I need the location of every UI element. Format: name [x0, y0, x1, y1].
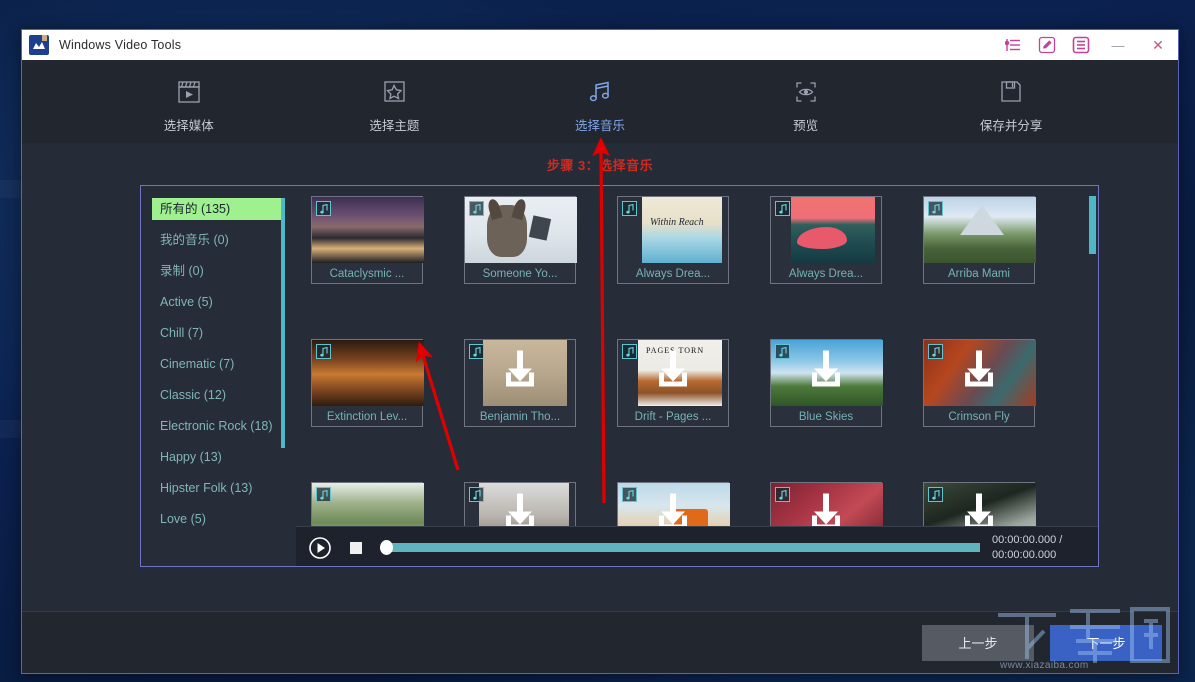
step-title: 步骤 3：选择音乐: [22, 143, 1178, 185]
music-note-icon: [928, 344, 943, 359]
music-note-icon: [928, 487, 943, 502]
music-note-icon: [775, 487, 790, 502]
music-picker-panel: 所有的 (135) 我的音乐 (0) 录制 (0) Active (5) Chi…: [140, 185, 1099, 567]
music-tile[interactable]: Within Reach Always Drea...: [617, 196, 729, 284]
current-time: 00:00:00.000 /: [992, 533, 1063, 546]
sidebar-item-active[interactable]: Active (5): [152, 291, 283, 313]
playback-time: 00:00:00.000 / 00:00:00.000: [992, 533, 1098, 563]
category-sidebar: 所有的 (135) 我的音乐 (0) 录制 (0) Active (5) Chi…: [141, 186, 291, 566]
close-button[interactable]: ✕: [1138, 30, 1178, 60]
close-label: ✕: [1152, 36, 1164, 53]
film-clapper-icon: [175, 76, 203, 106]
tile-caption: Someone Yo...: [482, 268, 558, 280]
music-tile-grid: Cataclysmic ... Someone Yo... Within Rea…: [311, 196, 1098, 566]
music-note-icon: [775, 344, 790, 359]
sidebar-item-my-music[interactable]: 我的音乐 (0): [152, 229, 283, 251]
tile-scrollbar-thumb[interactable]: [1089, 196, 1096, 254]
tile-caption: Benjamin Tho...: [479, 411, 561, 423]
tile-caption: Always Drea...: [635, 268, 711, 280]
music-tile[interactable]: Benjamin Tho...: [464, 339, 576, 427]
music-tile[interactable]: Always Drea...: [770, 196, 882, 284]
music-note-icon: [316, 201, 331, 216]
music-tile[interactable]: Someone Yo...: [464, 196, 577, 284]
music-tile[interactable]: PAGES TORN Drift - Pages ...: [617, 339, 729, 427]
sidebar-item-chill[interactable]: Chill (7): [152, 322, 283, 344]
step-select-music[interactable]: 选择音乐: [497, 60, 703, 143]
step-label: 保存并分享: [979, 118, 1043, 133]
step-select-media[interactable]: 选择媒体: [86, 60, 292, 143]
sidebar-item-all[interactable]: 所有的 (135): [152, 198, 283, 220]
download-icon[interactable]: [649, 349, 697, 398]
star-theme-icon: [380, 76, 408, 106]
download-icon[interactable]: [802, 349, 850, 398]
step-label: 选择主题: [369, 118, 420, 133]
music-note-icon: [316, 487, 331, 502]
sidebar-item-classic[interactable]: Classic (12): [152, 384, 283, 406]
music-tile[interactable]: Crimson Fly: [923, 339, 1036, 427]
minimize-label: —: [1111, 37, 1125, 53]
tile-caption: Arriba Mami: [948, 268, 1010, 280]
footer-bar: 上一步 下一步 www.xiazaiba.com: [22, 607, 1178, 673]
music-tile[interactable]: Cataclysmic ...: [311, 196, 424, 284]
sidebar-item-happy[interactable]: Happy (13): [152, 446, 283, 468]
tile-caption: Always Drea...: [788, 268, 864, 280]
sidebar-item-hipster-folk[interactable]: Hipster Folk (13): [152, 477, 283, 499]
step-label: 选择音乐: [574, 118, 625, 133]
music-note-icon: [622, 344, 637, 359]
audio-player-bar: 00:00:00.000 / 00:00:00.000: [296, 526, 1098, 566]
window-title: Windows Video Tools: [59, 38, 182, 52]
music-tile[interactable]: Extinction Lev...: [311, 339, 424, 427]
download-icon[interactable]: [496, 349, 544, 398]
equalizer-icon[interactable]: [996, 30, 1030, 60]
play-circle-icon[interactable]: [308, 536, 332, 560]
titlebar-controls: — ✕: [996, 30, 1178, 60]
seek-slider[interactable]: [380, 540, 980, 555]
previous-step-button[interactable]: 上一步: [922, 624, 1034, 661]
music-note-icon: [775, 201, 790, 216]
music-note-icon: [469, 201, 484, 216]
seek-handle[interactable]: [380, 540, 393, 555]
menu-list-icon[interactable]: [1064, 30, 1098, 60]
music-note-icon: [316, 344, 331, 359]
download-icon[interactable]: [955, 349, 1003, 398]
mountain-logo-icon: [29, 35, 49, 55]
tile-caption: Blue Skies: [798, 411, 854, 423]
next-step-button[interactable]: 下一步: [1050, 624, 1162, 661]
tile-caption: Extinction Lev...: [326, 411, 408, 423]
total-time: 00:00:00.000: [992, 548, 1057, 561]
tile-caption: Cataclysmic ...: [329, 268, 405, 280]
tile-caption: Crimson Fly: [948, 411, 1010, 423]
sidebar-item-recordings[interactable]: 录制 (0): [152, 260, 283, 282]
save-floppy-icon: [997, 76, 1025, 106]
music-note-icon: [928, 201, 943, 216]
tile-caption: Drift - Pages ...: [634, 411, 712, 423]
seek-progress-bar: [388, 543, 980, 552]
sidebar-item-love[interactable]: Love (5): [152, 508, 283, 530]
content-body: 所有的 (135) 我的音乐 (0) 录制 (0) Active (5) Chi…: [22, 185, 1178, 611]
title-bar: Windows Video Tools — ✕: [22, 30, 1178, 60]
music-note-icon: [622, 201, 637, 216]
step-save-share[interactable]: 保存并分享: [908, 60, 1114, 143]
music-note-icon: [586, 76, 614, 106]
step-preview[interactable]: 预览: [703, 60, 909, 143]
step-select-theme[interactable]: 选择主题: [292, 60, 498, 143]
step-navigation: 选择媒体 选择主题 选择音乐 预览 保存并分享: [22, 60, 1178, 143]
edit-pencil-icon[interactable]: [1030, 30, 1064, 60]
minimize-button[interactable]: —: [1098, 30, 1138, 60]
watermark-url: www.xiazaiba.com: [1000, 660, 1089, 671]
preview-eye-icon: [792, 76, 820, 106]
sidebar-item-electronic-rock[interactable]: Electronic Rock (18): [152, 415, 283, 437]
music-note-icon: [622, 487, 637, 502]
music-tile[interactable]: Blue Skies: [770, 339, 883, 427]
step-label: 预览: [793, 118, 819, 133]
music-note-icon: [469, 344, 484, 359]
sidebar-item-cinematic[interactable]: Cinematic (7): [152, 353, 283, 375]
music-tile-area: Cataclysmic ... Someone Yo... Within Rea…: [291, 186, 1098, 566]
app-window: Windows Video Tools — ✕ 选择媒体 选择主题 选择音乐 预…: [21, 29, 1179, 674]
step-label: 选择媒体: [163, 118, 214, 133]
music-note-icon: [469, 487, 484, 502]
sidebar-scrollbar-thumb[interactable]: [281, 198, 285, 448]
music-tile[interactable]: Arriba Mami: [923, 196, 1036, 284]
stop-square-icon[interactable]: [350, 541, 362, 554]
